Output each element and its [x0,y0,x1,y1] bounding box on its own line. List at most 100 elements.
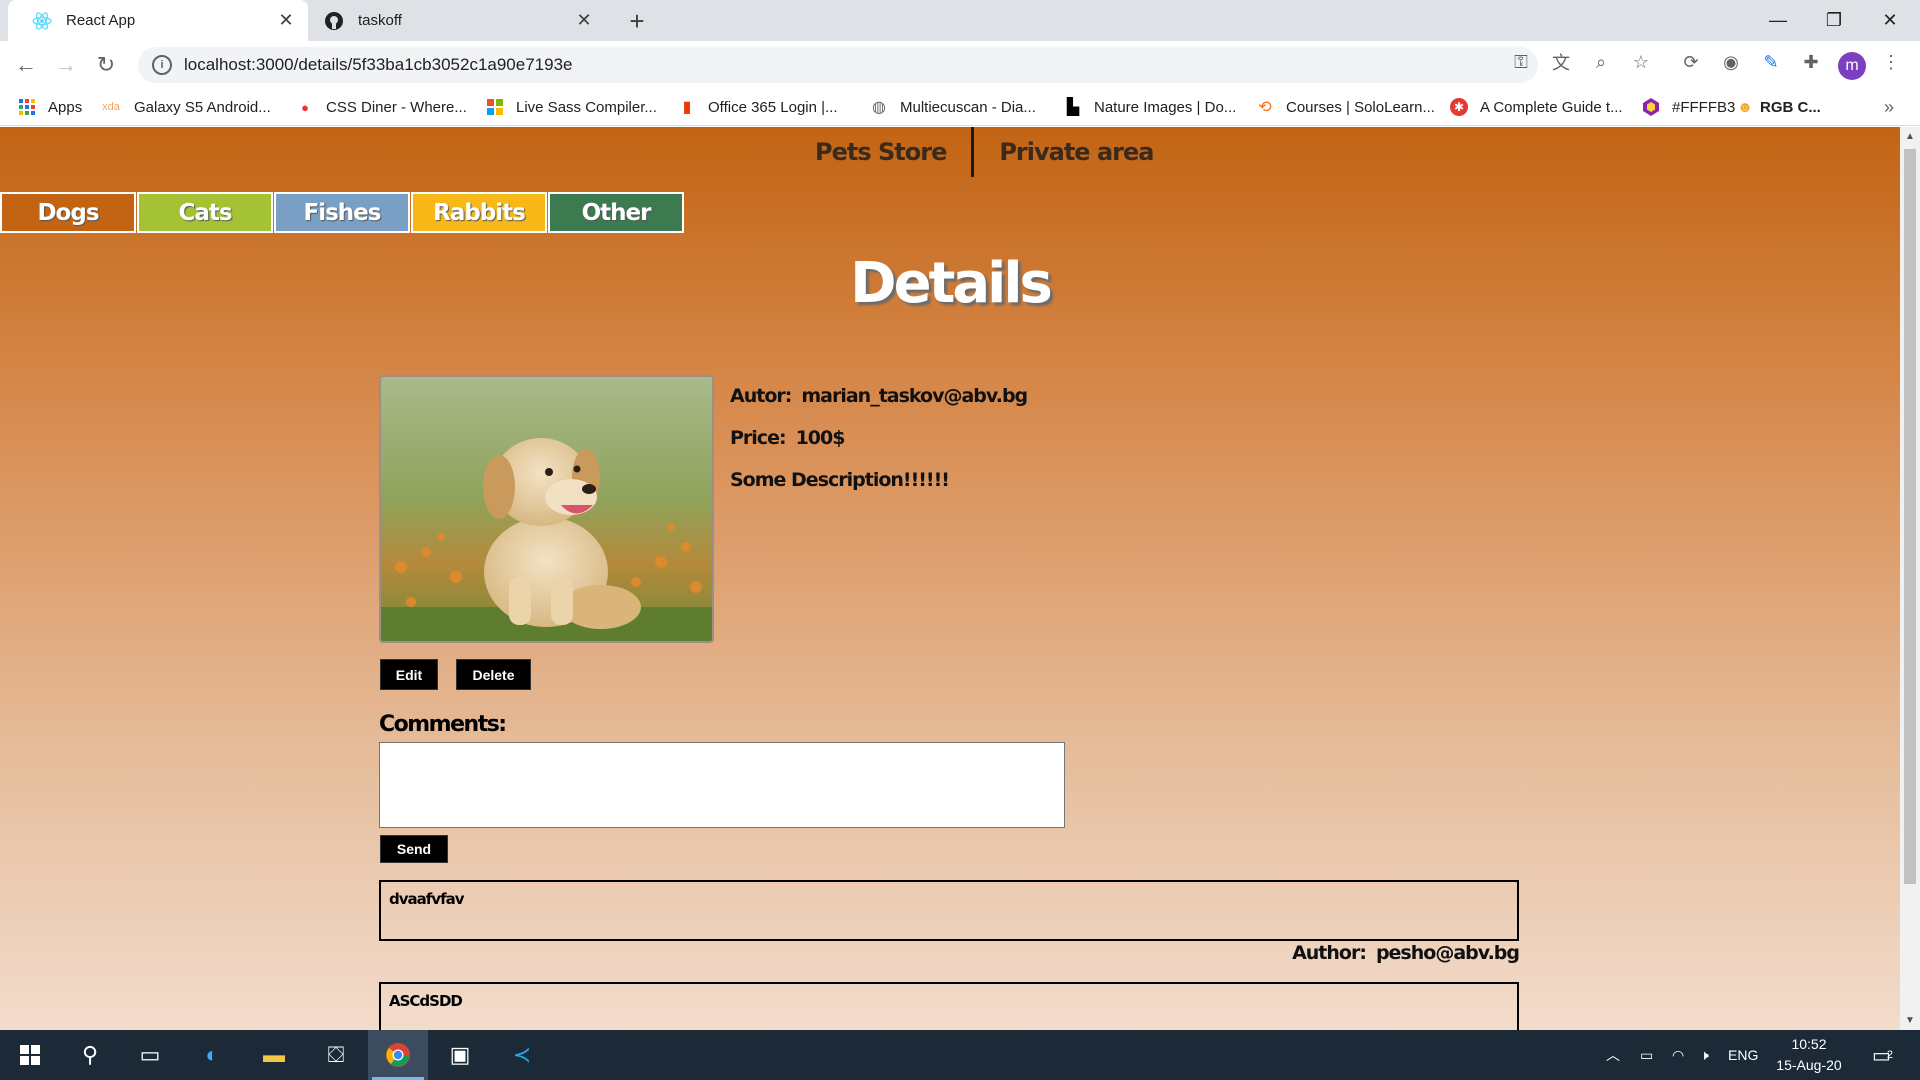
address-bar[interactable]: i localhost:3000/details/5f33ba1cb3052c1… [138,47,1538,83]
edit-button[interactable]: Edit [380,659,438,690]
bookmark-css-diner[interactable]: ● CSS Diner - Where... [296,88,467,126]
pet-photo [379,375,714,643]
new-tab-button[interactable]: + [622,6,652,36]
tab-taskoff[interactable]: taskoff ✕ [316,0,606,41]
apps-grid-icon [18,98,36,116]
bookmark-label: Office 365 Login |... [708,98,838,116]
color-picker-extension-icon[interactable]: ✎ [1758,49,1784,75]
unsplash-icon: ▙ [1066,99,1080,116]
chrome-menu-icon[interactable]: ⋮ [1878,49,1904,75]
xda-icon: xda [102,101,120,113]
bookmark-apps[interactable]: Apps [18,88,82,126]
bookmark-label: Apps [48,98,83,116]
comment-input[interactable] [379,742,1065,828]
profile-avatar[interactable]: m [1838,52,1866,80]
scrollbar-thumb[interactable] [1904,149,1916,884]
category-dogs[interactable]: Dogs [0,192,136,233]
restore-button[interactable]: ❐ [1806,0,1862,41]
bookmark-multiecuscan[interactable]: ◍ Multiecuscan - Dia... [870,88,1036,126]
comment-item: ASCdSDD [379,982,1519,1030]
vscode-icon[interactable]: ≺ [492,1030,552,1080]
category-cats[interactable]: Cats [137,192,273,233]
battery-icon[interactable]: ▭ [1640,1030,1653,1080]
color-hex-icon [1642,98,1660,116]
minimize-button[interactable]: — [1750,0,1806,41]
store-icon[interactable]: ⛋ [306,1030,366,1080]
category-rabbits[interactable]: Rabbits [411,192,547,233]
more-bookmarks-icon[interactable]: » [1884,88,1894,126]
bookmark-galaxy[interactable]: xda Galaxy S5 Android... [100,88,271,126]
sync-extension-icon[interactable]: ⟳ [1678,49,1704,75]
golden-retriever-puppy-image [381,377,712,641]
pet-description: Some Description!!!!!! [730,469,950,491]
bookmark-label: A Complete Guide t... [1480,98,1623,116]
system-clock[interactable]: 10:52 15-Aug-20 [1764,1034,1854,1076]
close-window-button[interactable]: ✕ [1862,0,1918,41]
globe-icon: ◍ [872,99,886,116]
key-icon[interactable]: ⚿ [1508,49,1534,75]
extensions-puzzle-icon[interactable]: ✚ [1798,49,1824,75]
bookmark-label: Courses | SoloLearn... [1286,98,1435,116]
bookmark-live-sass[interactable]: Live Sass Compiler... [486,88,657,126]
camera-extension-icon[interactable]: ◉ [1718,49,1744,75]
notifications-icon[interactable]: ▭ 2 [1872,1030,1893,1080]
zoom-icon[interactable]: ⌕ [1588,49,1614,75]
bookmark-label: #FFFFB3 [1672,98,1736,116]
bookmark-complete-guide[interactable]: ✱ A Complete Guide t... [1450,88,1623,126]
reload-button[interactable]: ↻ [92,51,120,79]
github-icon [324,11,344,31]
terminal-icon[interactable]: ▣ [430,1030,490,1080]
page-viewport: Pets Store Private area Dogs Cats Fishes… [0,127,1900,1030]
comment-author-line: Author: pesho@abv.bg [1292,942,1520,964]
bookmark-office[interactable]: ▮ Office 365 Login |... [678,88,838,126]
comment-author-label: Author: [1292,942,1367,964]
pet-price-line: Price: 100$ [730,427,845,449]
windows-start-icon[interactable] [0,1030,60,1080]
comment-text: ASCdSDD [389,992,463,1010]
comments-label: Comments: [379,712,507,737]
bookmark-label: Galaxy S5 Android... [134,98,271,116]
bookmark-label: Live Sass Compiler... [516,98,657,116]
translate-icon[interactable]: 文 [1548,49,1574,75]
bookmark-rgb[interactable]: ☻ RGB C... [1736,88,1821,126]
send-button[interactable]: Send [380,835,448,863]
forward-button[interactable]: → [52,51,80,79]
task-view-icon[interactable]: ▭ [120,1030,180,1080]
page-scrollbar[interactable]: ▲ ▼ [1900,127,1920,1030]
volume-muted-icon[interactable]: 🕨 [1700,1030,1709,1080]
scroll-up-arrow-icon[interactable]: ▲ [1904,131,1916,143]
nav-private-area[interactable]: Private area [974,138,1178,166]
edge-icon[interactable]: ◐ [182,1030,242,1080]
notification-count: 2 [1886,1049,1894,1061]
bookmark-ffffb3[interactable]: #FFFFB3 [1642,88,1735,126]
delete-button[interactable]: Delete [456,659,531,690]
comment-item: dvaafvfav [379,880,1519,941]
tab-react-app[interactable]: React App ✕ [8,0,308,41]
css-tricks-icon: ✱ [1450,98,1468,116]
bookmark-sololearn[interactable]: ⟲ Courses | SoloLearn... [1256,88,1435,126]
back-button[interactable]: ← [12,51,40,79]
close-tab-icon[interactable]: ✕ [274,9,298,33]
category-bar: Dogs Cats Fishes Rabbits Other [0,192,685,233]
category-fishes[interactable]: Fishes [274,192,410,233]
wifi-icon[interactable]: ◠ [1672,1030,1684,1080]
bookmarks-bar: Apps xda Galaxy S5 Android... ● CSS Dine… [0,88,1920,126]
comment-author-value: pesho@abv.bg [1375,942,1520,964]
bookmark-nature-images[interactable]: ▙ Nature Images | Do... [1064,88,1236,126]
site-info-icon[interactable]: i [152,55,172,75]
category-other[interactable]: Other [548,192,684,233]
scroll-down-arrow-icon[interactable]: ▼ [1904,1015,1916,1027]
bookmark-star-icon[interactable]: ☆ [1628,49,1654,75]
file-explorer-icon[interactable]: ▬ [244,1030,304,1080]
author-label: Autor: [730,385,792,407]
chrome-icon[interactable] [368,1030,428,1080]
windows-logo-icon [486,98,504,116]
search-icon[interactable]: ⚲ [60,1030,120,1080]
nav-pets-store[interactable]: Pets Store [790,138,971,166]
author-value: marian_taskov@abv.bg [801,385,1028,407]
bookmark-label: Nature Images | Do... [1094,98,1237,116]
show-hidden-icons-icon[interactable]: ︿ [1606,1030,1620,1080]
close-tab-icon[interactable]: ✕ [572,9,596,33]
url-text: localhost:3000/details/5f33ba1cb3052c1a9… [184,55,573,74]
language-indicator[interactable]: ENG [1728,1030,1758,1080]
